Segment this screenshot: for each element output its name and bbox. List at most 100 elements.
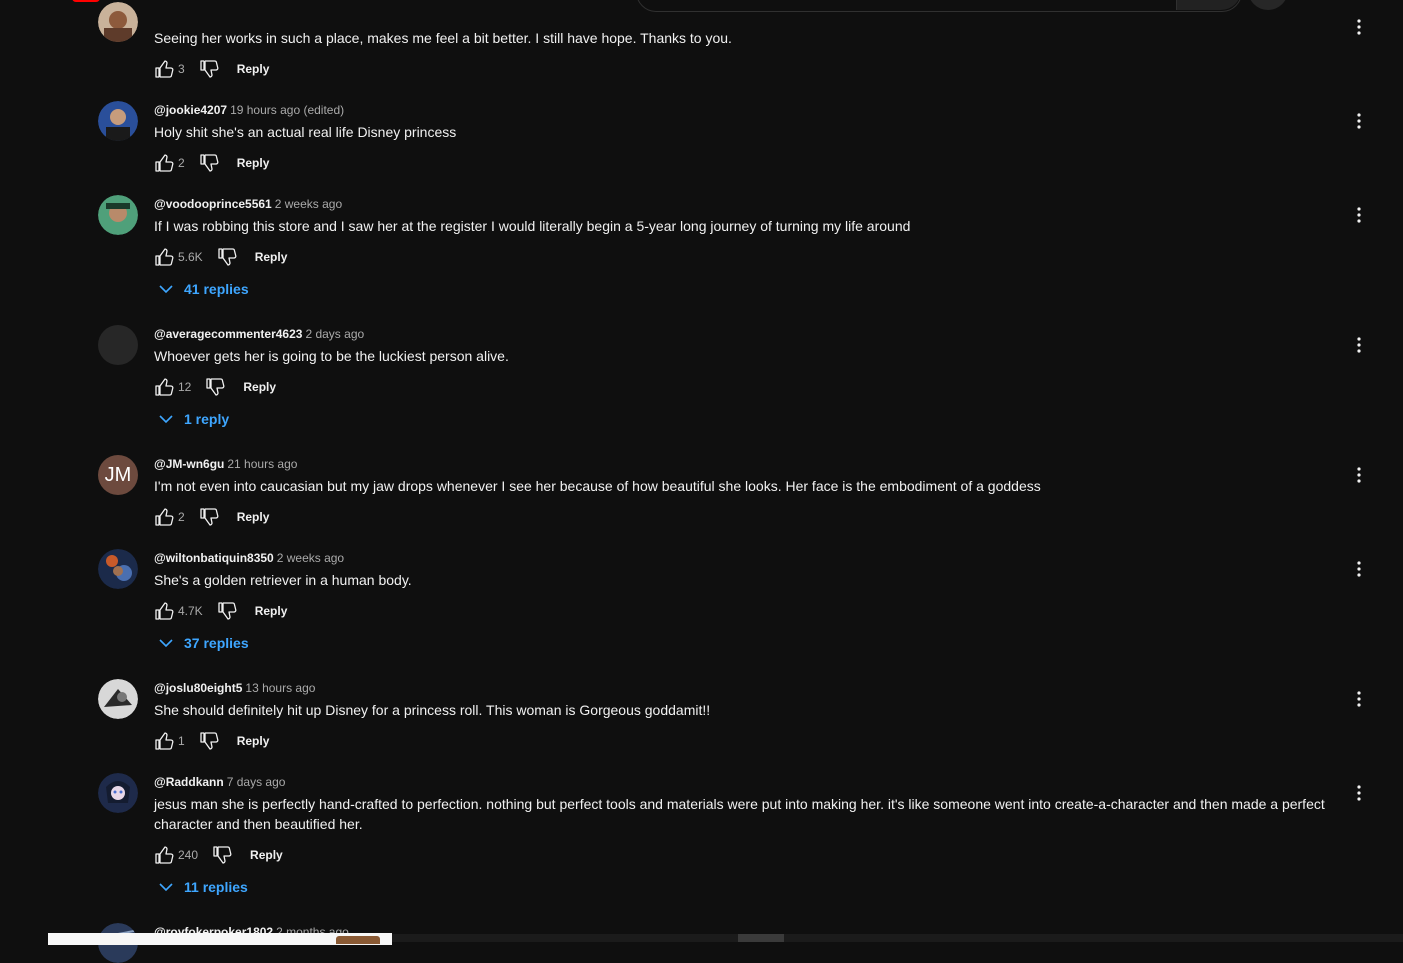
comment-time[interactable]: 19 hours ago (edited) [230, 103, 344, 117]
more-actions-icon[interactable] [1349, 205, 1369, 225]
author-name[interactable]: @Raddkann [154, 775, 224, 789]
author-name[interactable]: @joslu80eight5 [154, 681, 242, 695]
like-icon[interactable] [154, 247, 174, 267]
dislike-icon[interactable] [199, 507, 219, 527]
view-replies-button[interactable]: 41 replies [158, 281, 249, 297]
like-icon[interactable] [154, 601, 174, 621]
more-actions-icon[interactable] [1349, 559, 1369, 579]
taskbar-active-item[interactable] [738, 934, 784, 942]
comment-actions: 4.7K Reply [154, 599, 287, 623]
avatar[interactable] [98, 549, 138, 589]
comment-header: @averagecommenter4623 2 days ago [154, 326, 364, 342]
dislike-icon[interactable] [199, 731, 219, 751]
reply-button[interactable]: Reply [237, 510, 270, 524]
reply-button[interactable]: Reply [255, 250, 288, 264]
comment-time[interactable]: 2 days ago [305, 327, 364, 341]
comment-header: @joslu80eight5 13 hours ago [154, 680, 315, 696]
replies-count-label: 41 replies [184, 281, 249, 297]
author-name[interactable]: @JM-wn6gu [154, 457, 224, 471]
like-icon[interactable] [154, 153, 174, 173]
reply-button[interactable]: Reply [243, 380, 276, 394]
taskbar-fragment [392, 934, 1403, 942]
comment-text: jesus man she is perfectly hand-crafted … [154, 796, 1325, 832]
reply-button[interactable]: Reply [255, 604, 288, 618]
comment-actions: 12 Reply [154, 375, 276, 399]
reply-button[interactable]: Reply [237, 62, 270, 76]
comment-time[interactable]: 2 weeks ago [277, 551, 344, 565]
reply-button[interactable]: Reply [237, 156, 270, 170]
comment-actions: 240 Reply [154, 843, 283, 867]
comment-text: Holy shit she's an actual real life Disn… [154, 124, 457, 140]
comment-time[interactable]: 13 hours ago [245, 681, 315, 695]
more-actions-icon[interactable] [1349, 17, 1369, 37]
comment-actions: 2 Reply [154, 151, 269, 175]
more-actions-icon[interactable] [1349, 783, 1369, 803]
comment-time[interactable]: 7 days ago [227, 775, 286, 789]
replies-count-label: 11 replies [184, 879, 248, 895]
avatar[interactable] [98, 101, 138, 141]
comment-header: @Raddkann 7 days ago [154, 774, 285, 790]
like-count: 12 [178, 380, 192, 394]
author-name[interactable]: @averagecommenter4623 [154, 327, 302, 341]
comment-actions: 5.6K Reply [154, 245, 287, 269]
comment-text: I'm not even into caucasian but my jaw d… [154, 478, 1041, 494]
like-count: 5.6K [178, 250, 203, 264]
more-actions-icon[interactable] [1349, 335, 1369, 355]
avatar[interactable] [98, 2, 138, 42]
dislike-icon[interactable] [212, 845, 232, 865]
comment-time[interactable]: 2 weeks ago [275, 197, 342, 211]
avatar[interactable] [98, 773, 138, 813]
comment-actions: 1 Reply [154, 729, 269, 753]
like-icon[interactable] [154, 507, 174, 527]
avatar[interactable] [98, 325, 138, 365]
like-count: 4.7K [178, 604, 203, 618]
like-count: 240 [178, 848, 199, 862]
like-icon[interactable] [154, 59, 174, 79]
dislike-icon[interactable] [217, 601, 237, 621]
comment-header: @wiltonbatiquin8350 2 weeks ago [154, 550, 344, 566]
view-replies-button[interactable]: 37 replies [158, 635, 249, 651]
comment-actions: 3 Reply [154, 57, 269, 81]
voice-search-button-fragment[interactable] [1248, 0, 1288, 10]
youtube-logo-icon[interactable] [72, 0, 100, 2]
view-replies-button[interactable]: 1 reply [158, 411, 229, 427]
chevron-down-icon [158, 411, 174, 427]
comment-text: If I was robbing this store and I saw he… [154, 218, 911, 234]
author-name[interactable]: @jookie4207 [154, 103, 227, 117]
like-icon[interactable] [154, 377, 174, 397]
like-icon[interactable] [154, 845, 174, 865]
view-replies-button[interactable]: 11 replies [158, 879, 248, 895]
like-icon[interactable] [154, 731, 174, 751]
like-count: 2 [178, 510, 185, 524]
replies-count-label: 1 reply [184, 411, 230, 427]
more-actions-icon[interactable] [1349, 689, 1369, 709]
comment-header: @voodooprince5561 2 weeks ago [154, 196, 342, 212]
comment-header: @jookie4207 19 hours ago (edited) [154, 102, 344, 118]
dislike-icon[interactable] [217, 247, 237, 267]
top-bar-fragment [0, 0, 1403, 12]
more-actions-icon[interactable] [1349, 111, 1369, 131]
comment-text: Seeing her works in such a place, makes … [154, 30, 732, 46]
avatar[interactable] [98, 195, 138, 235]
comment-text: She should definitely hit up Disney for … [154, 702, 711, 718]
dislike-icon[interactable] [199, 59, 219, 79]
comment-header: @JM-wn6gu 21 hours ago [154, 456, 297, 472]
replies-count-label: 37 replies [184, 635, 249, 651]
chevron-down-icon [158, 879, 174, 895]
dislike-icon[interactable] [199, 153, 219, 173]
search-box-fragment[interactable] [636, 0, 1242, 12]
reply-button[interactable]: Reply [237, 734, 270, 748]
comment-text: She's a golden retriever in a human body… [154, 572, 412, 588]
avatar[interactable] [98, 679, 138, 719]
avatar[interactable]: JM [98, 455, 138, 495]
comment-time[interactable]: 21 hours ago [227, 457, 297, 471]
thumbnail-object [336, 936, 380, 944]
comment-text: Whoever gets her is going to be the luck… [154, 348, 509, 364]
reply-button[interactable]: Reply [250, 848, 283, 862]
author-name[interactable]: @voodooprince5561 [154, 197, 272, 211]
like-count: 1 [178, 734, 185, 748]
dislike-icon[interactable] [205, 377, 225, 397]
author-name[interactable]: @wiltonbatiquin8350 [154, 551, 274, 565]
chevron-down-icon [158, 281, 174, 297]
more-actions-icon[interactable] [1349, 465, 1369, 485]
